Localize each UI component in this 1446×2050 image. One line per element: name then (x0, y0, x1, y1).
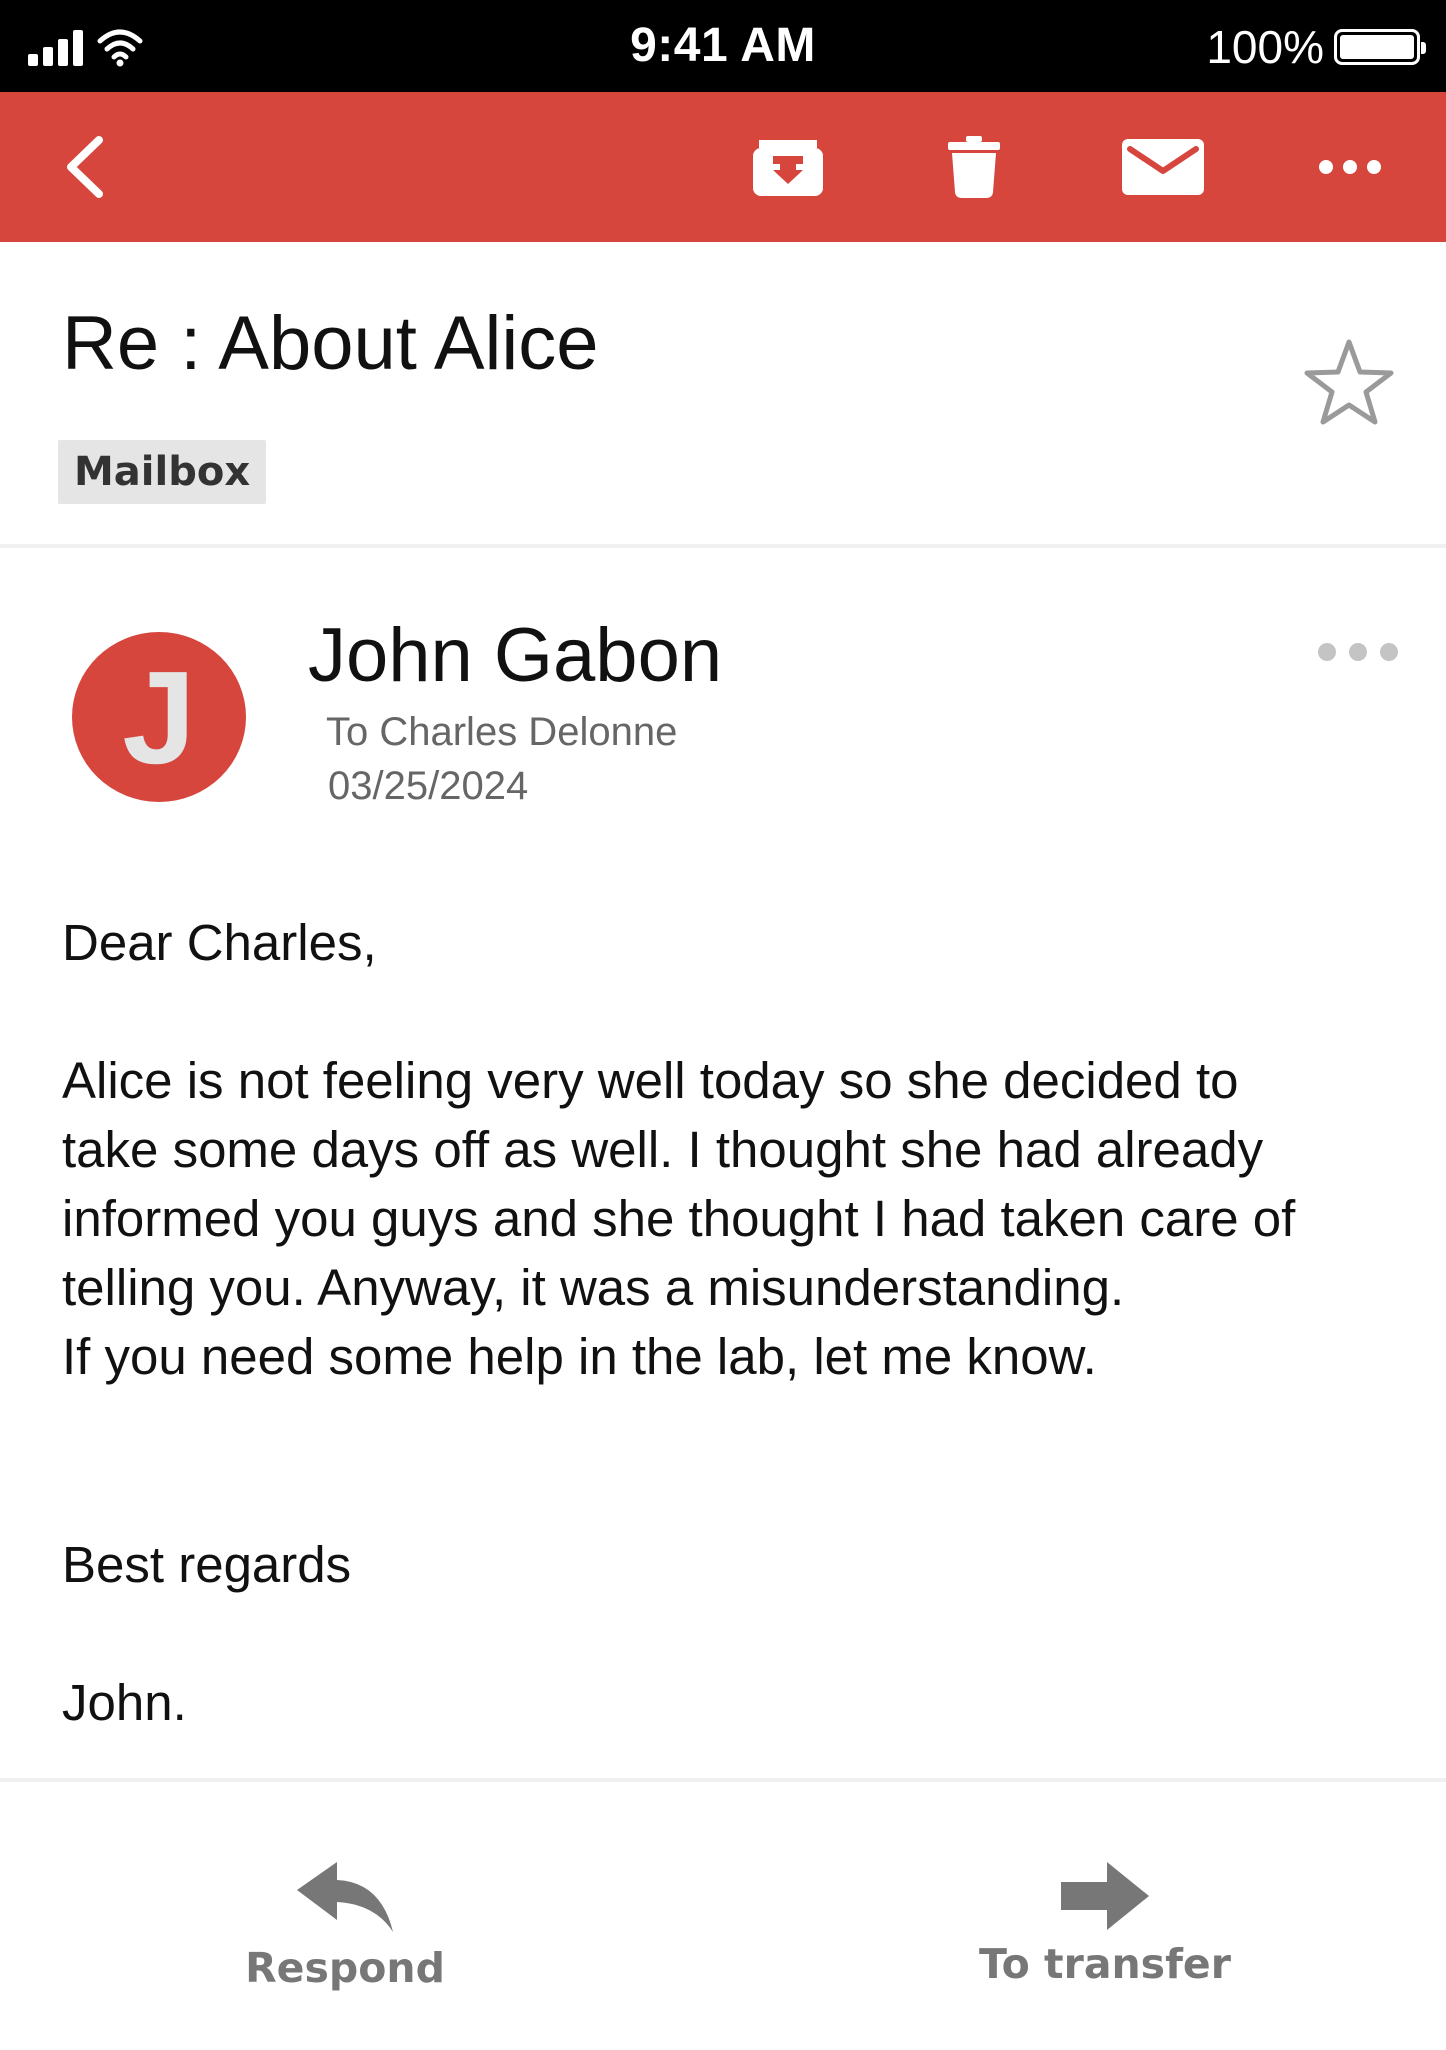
body-line: informed you guys and she thought I had … (62, 1190, 1296, 1247)
back-chevron-icon (67, 136, 103, 198)
delete-button[interactable] (924, 112, 1024, 222)
more-horizontal-icon (1319, 160, 1381, 174)
more-options-button[interactable] (1300, 112, 1400, 222)
more-dot-icon (1349, 643, 1367, 661)
body-closing: Best regards (62, 1536, 352, 1593)
archive-button[interactable] (738, 112, 838, 222)
avatar: J (72, 632, 246, 802)
respond-label: Respond (245, 1944, 445, 1992)
body-line: telling you. Anyway, it was a misunderst… (62, 1259, 1125, 1316)
battery-level-fill (1340, 35, 1414, 59)
more-dot-icon (1380, 643, 1398, 661)
reply-arrow-icon (297, 1862, 393, 1932)
body-signature: John. (62, 1674, 187, 1731)
transfer-label: To transfer (979, 1940, 1231, 1988)
sender-name: John Gabon (308, 613, 723, 698)
mark-unread-button[interactable] (1110, 112, 1216, 222)
battery-status: 100% (1206, 20, 1426, 74)
body-line: If you need some help in the lab, let me… (62, 1328, 1097, 1385)
respond-button[interactable]: Respond (240, 1860, 450, 1992)
message-more-button[interactable] (1318, 632, 1398, 672)
mail-icon (1122, 139, 1204, 195)
battery-percentage: 100% (1206, 21, 1324, 73)
email-toolbar (0, 92, 1446, 242)
forward-arrow-icon (1061, 1862, 1149, 1930)
status-bar: 9:41 AM 100% (0, 0, 1446, 92)
mailbox-label-badge[interactable]: Mailbox (58, 440, 267, 504)
email-subject: Re : About Alice (62, 301, 599, 386)
header-divider (0, 544, 1446, 548)
back-button[interactable] (40, 112, 130, 222)
recipient-line[interactable]: To Charles Delonne (326, 710, 677, 755)
star-button[interactable] (1302, 336, 1396, 430)
trash-icon (948, 136, 1000, 198)
battery-icon (1334, 29, 1426, 65)
star-icon (1304, 339, 1394, 425)
footer-divider (0, 1778, 1446, 1782)
body-line: Alice is not feeling very well today so … (62, 1052, 1239, 1109)
email-date: 03/25/2024 (328, 764, 529, 808)
archive-icon (753, 140, 823, 196)
transfer-button[interactable]: To transfer (970, 1860, 1240, 1988)
more-dot-icon (1318, 643, 1336, 661)
body-greeting: Dear Charles, (62, 914, 377, 971)
body-line: take some days off as well. I thought sh… (62, 1121, 1264, 1178)
